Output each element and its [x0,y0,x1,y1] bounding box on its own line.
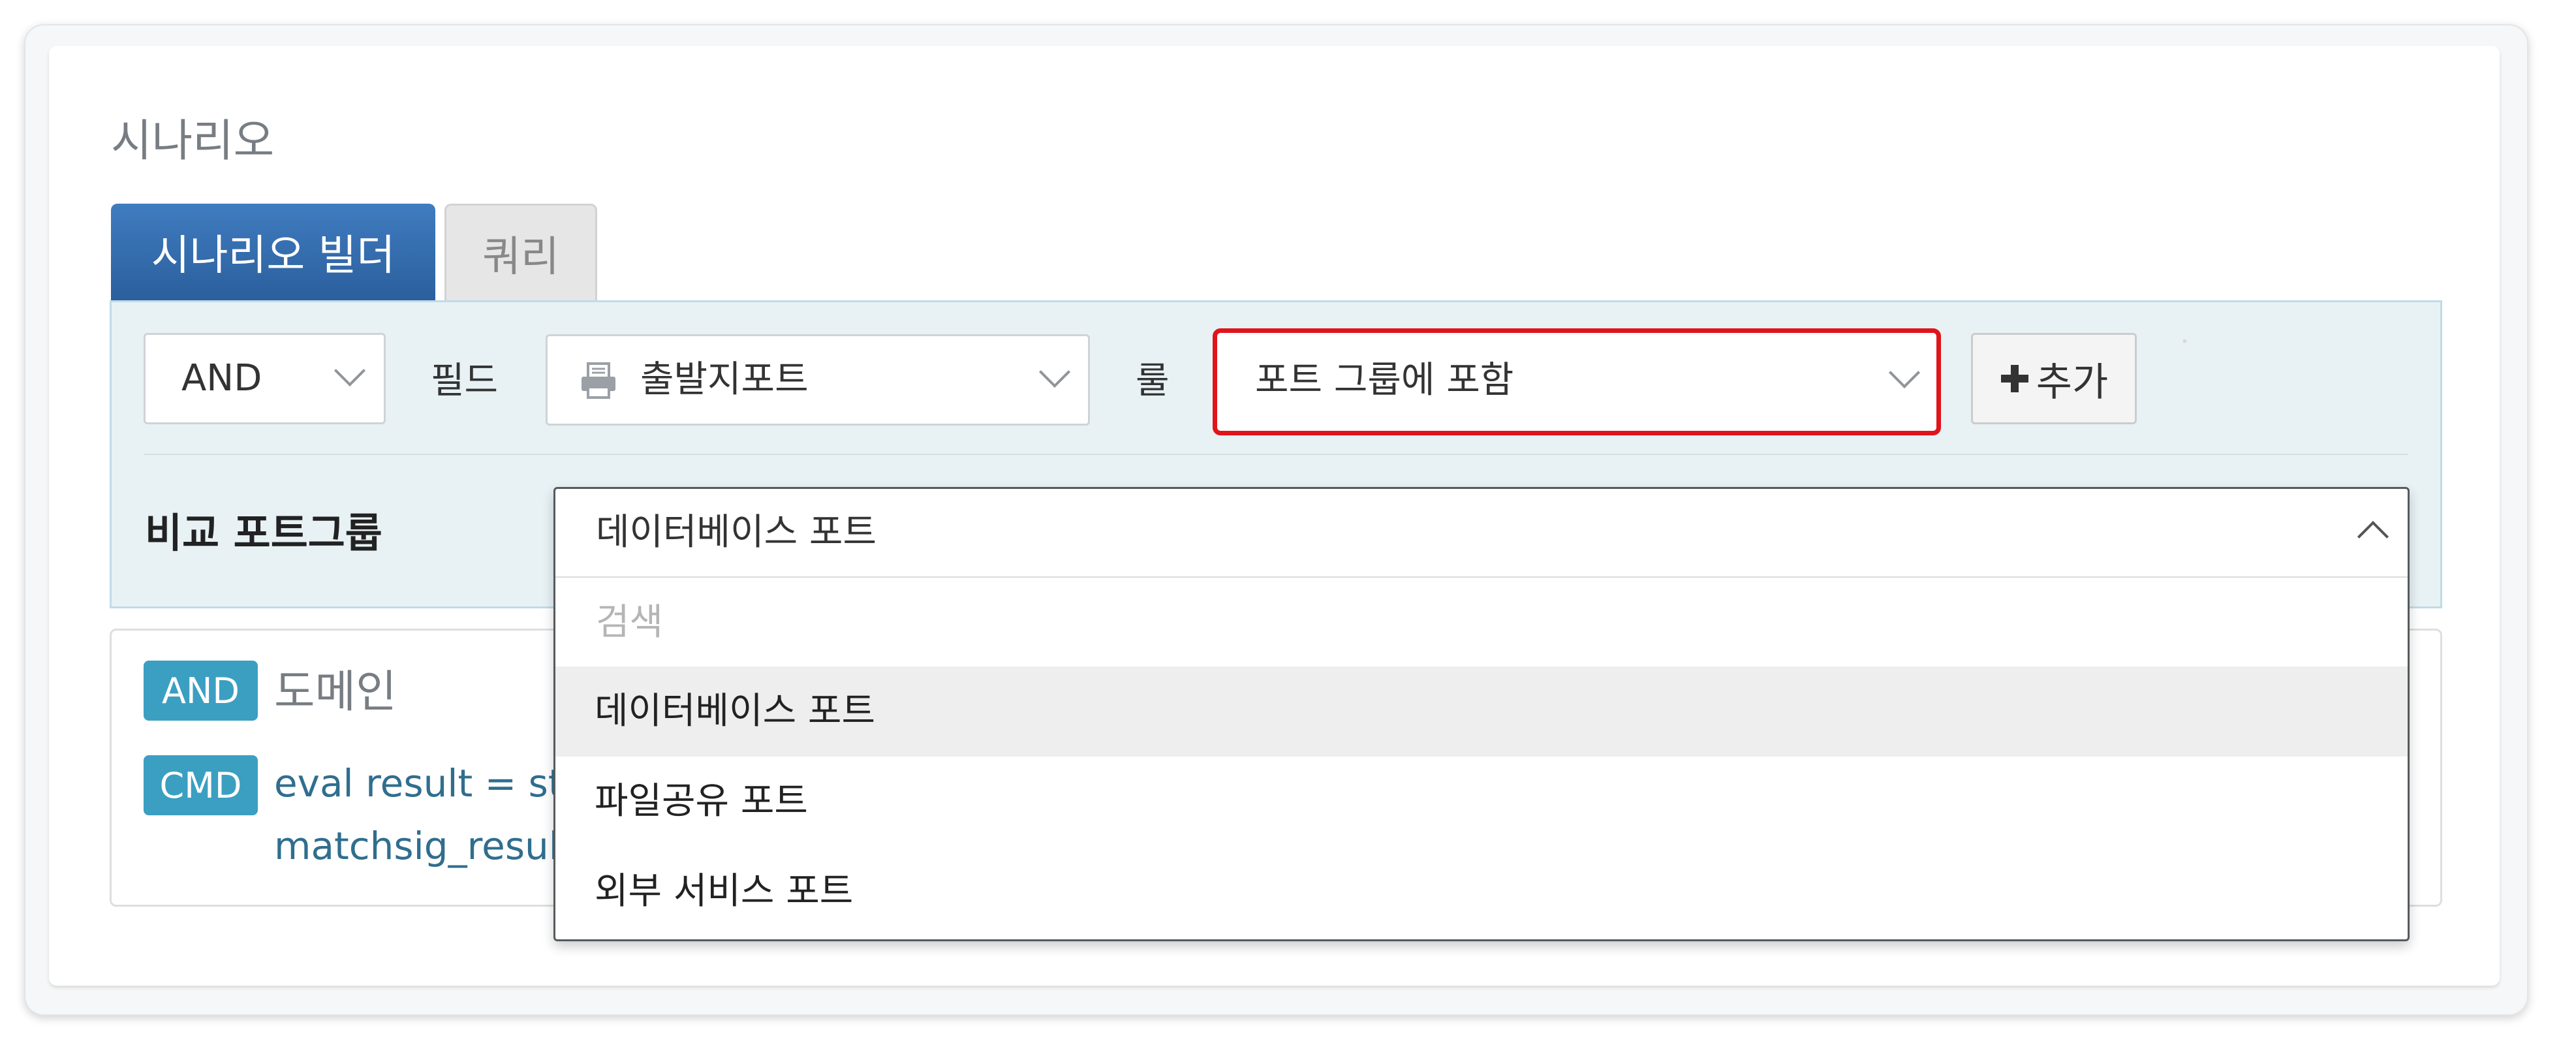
field-printer-icon [579,361,618,403]
dropdown-option[interactable]: 외부 서비스 포트 [555,847,2408,937]
field-select[interactable]: 출발지포트 [546,334,1090,426]
chevron-down-icon [1038,356,1071,388]
plus-icon [2000,365,2028,392]
chevron-up-icon [2357,520,2389,553]
decorative-dot [2183,339,2186,343]
operator-select[interactable]: AND [144,333,386,424]
cmd-badge: CMD [144,755,258,815]
rule-label: 룰 [1136,360,1170,402]
compare-portgroup-select[interactable]: 데이터베이스 포트 [555,489,2408,578]
rule-value: 포트 그룹에 포함 [1255,359,1514,401]
dropdown-search-input[interactable]: 검색 [596,580,663,665]
cmd-text-line-2: matchsig_result [274,824,574,868]
add-button[interactable]: 추가 [1971,333,2137,424]
chevron-down-icon [334,354,366,387]
tab-query[interactable]: 쿼리 [444,204,597,300]
chevron-down-icon [1888,356,1921,389]
section-title: 시나리오 [111,116,275,167]
field-label: 필드 [431,360,499,402]
and-badge: AND [144,661,258,721]
compare-portgroup-value: 데이터베이스 포트 [596,511,877,554]
compare-portgroup-dropdown[interactable]: 데이터베이스 포트 검색 데이터베이스 포트 파일공유 포트 외부 서비스 포트 [553,487,2410,941]
dropdown-option[interactable]: 파일공유 포트 [555,757,2408,847]
rule-select[interactable]: 포트 그룹에 포함 [1213,328,1941,435]
domain-condition-text: 도메인 [274,666,397,718]
tab-scenario-builder[interactable]: 시나리오 빌더 [111,204,435,300]
divider [144,454,2408,455]
compare-portgroup-label: 비교 포트그룹 [145,509,382,557]
add-button-label: 추가 [2036,359,2109,405]
dropdown-option[interactable]: 데이터베이스 포트 [555,666,2408,757]
field-value: 출발지포트 [640,358,809,401]
operator-value: AND [181,357,262,399]
